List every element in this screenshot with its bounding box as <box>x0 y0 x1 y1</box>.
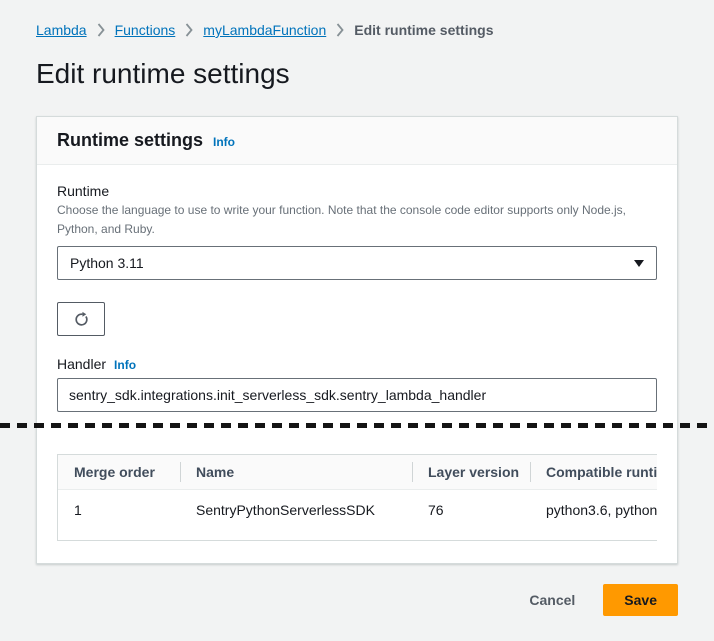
column-header-merge-order: Merge order <box>58 455 180 490</box>
chevron-right-icon <box>185 23 193 37</box>
runtime-select[interactable]: Python 3.11 <box>57 246 657 280</box>
runtime-label: Runtime <box>57 183 657 199</box>
refresh-icon <box>73 311 90 328</box>
cell-name: SentryPythonServerlessSDK <box>180 490 412 541</box>
panel-title: Runtime settings <box>57 130 203 151</box>
breadcrumb-link-functions[interactable]: Functions <box>115 22 176 38</box>
column-header-name: Name <box>180 455 412 490</box>
chevron-down-icon <box>634 260 644 267</box>
runtime-settings-info-link[interactable]: Info <box>213 135 235 149</box>
cell-layer-version: 76 <box>412 490 530 541</box>
table-header-row: Merge order Name Layer version Compatibl… <box>58 455 657 490</box>
breadcrumb-link-function-name[interactable]: myLambdaFunction <box>203 22 326 38</box>
handler-info-link[interactable]: Info <box>114 358 136 372</box>
panel-body: Runtime Choose the language to use to wr… <box>37 165 677 563</box>
breadcrumb-link-lambda[interactable]: Lambda <box>36 22 87 38</box>
handler-input[interactable] <box>57 378 657 412</box>
runtime-description: Choose the language to use to write your… <box>57 201 657 238</box>
column-header-layer-version: Layer version <box>412 455 530 490</box>
cancel-button[interactable]: Cancel <box>527 586 577 614</box>
dashed-cut-line <box>0 423 714 428</box>
table-row: 1 SentryPythonServerlessSDK 76 python3.6… <box>58 490 657 541</box>
page-title: Edit runtime settings <box>36 58 678 90</box>
refresh-runtimes-button[interactable] <box>57 302 105 336</box>
handler-label: Handler <box>57 356 106 372</box>
layers-table: Merge order Name Layer version Compatibl… <box>58 455 657 540</box>
column-header-compatible-runtimes: Compatible runtimes <box>530 455 657 490</box>
cell-compatible-runtimes: python3.6, python3.7 <box>530 490 657 541</box>
edit-runtime-settings-page: Lambda Functions myLambdaFunction Edit r… <box>0 0 714 616</box>
footer-actions: Cancel Save <box>36 584 678 616</box>
breadcrumb: Lambda Functions myLambdaFunction Edit r… <box>36 22 678 38</box>
handler-field: Handler Info <box>57 356 657 412</box>
runtime-selected-option: Python 3.11 <box>70 255 144 271</box>
chevron-right-icon <box>336 23 344 37</box>
cell-merge-order: 1 <box>58 490 180 541</box>
save-button[interactable]: Save <box>603 584 678 616</box>
panel-header: Runtime settings Info <box>37 117 677 165</box>
chevron-right-icon <box>97 23 105 37</box>
breadcrumb-current: Edit runtime settings <box>354 22 493 38</box>
layers-table-container: Merge order Name Layer version Compatibl… <box>57 454 657 541</box>
runtime-settings-panel: Runtime settings Info Runtime Choose the… <box>36 116 678 564</box>
